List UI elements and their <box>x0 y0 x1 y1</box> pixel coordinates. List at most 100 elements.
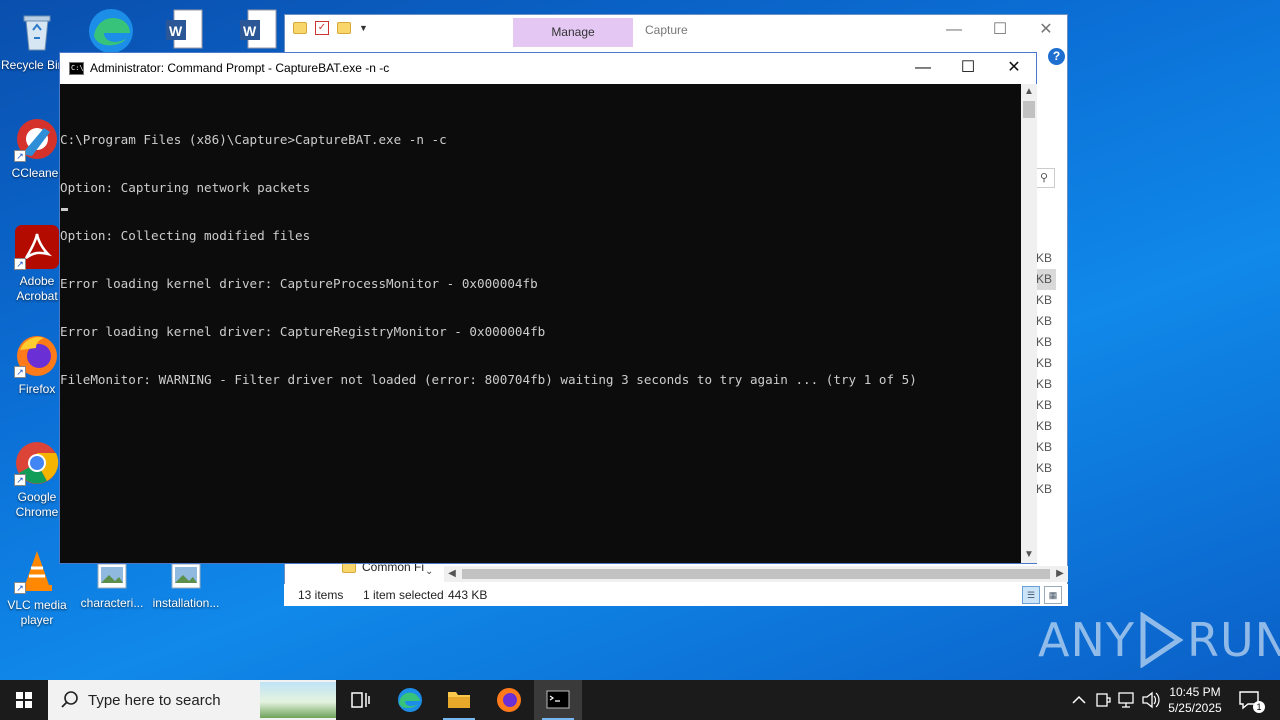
large-icons-view-button[interactable]: ▦ <box>1044 586 1062 604</box>
size-cell: KB <box>1036 293 1053 307</box>
cmd-minimize-button[interactable]: — <box>900 53 946 84</box>
desktop-icon-label: VLC media player <box>7 598 67 627</box>
network-icon <box>1118 692 1134 708</box>
console-line: Option: Capturing network packets <box>60 180 311 195</box>
cmd-maximize-button[interactable]: ☐ <box>945 53 991 84</box>
folder-icon[interactable] <box>293 22 307 34</box>
notification-count-badge: 1 <box>1253 701 1265 713</box>
watermark-text-right: RUN <box>1186 613 1280 667</box>
explorer-title: Capture <box>645 23 688 37</box>
taskbar: Type here to search 10:45 PM 5/25/2025 1 <box>0 680 1280 720</box>
cmd-titlebar[interactable]: C:\ Administrator: Command Prompt - Capt… <box>60 53 1036 84</box>
scroll-thumb[interactable] <box>462 569 1050 579</box>
clock-time: 10:45 PM <box>1169 685 1221 699</box>
chevron-down-icon[interactable]: ▼ <box>359 23 368 33</box>
shortcut-arrow-icon: ↗ <box>14 258 26 270</box>
console-line: Option: Collecting modified files <box>60 228 311 243</box>
size-cell: KB <box>1036 269 1056 290</box>
action-center-button[interactable]: 1 <box>1236 680 1266 720</box>
show-hidden-icons-button[interactable] <box>1068 680 1090 720</box>
device-icon <box>1096 693 1111 707</box>
shortcut-arrow-icon: ↗ <box>14 474 26 486</box>
console-line: FileMonitor: WARNING - Filter driver not… <box>60 372 917 387</box>
desktop-icon-label: Recycle Bin <box>1 58 61 72</box>
explorer-minimize-button[interactable]: — <box>931 19 977 43</box>
cmd-icon <box>546 690 570 709</box>
chevron-down-icon[interactable]: ⌄ <box>425 566 433 577</box>
desktop-icon-characteristics-file[interactable]: characteri... <box>76 560 148 611</box>
desktop-icon-label: characteri... <box>80 596 144 610</box>
notification-icon <box>1239 691 1259 710</box>
chevron-up-icon <box>1072 695 1086 704</box>
console-line: Error loading kernel driver: CaptureRegi… <box>60 324 546 339</box>
taskbar-clock[interactable]: 10:45 PM 5/25/2025 <box>1160 684 1230 716</box>
desktop-icon-label: installation... <box>152 596 220 610</box>
scroll-up-icon[interactable]: ▲ <box>1021 84 1037 100</box>
search-icon <box>61 691 78 708</box>
word-document-icon: W <box>240 9 277 49</box>
explorer-titlebar[interactable]: ✓ ▼ Manage Capture — ☐ ✕ <box>285 15 1067 47</box>
ribbon-tab-manage[interactable]: Manage <box>513 18 633 47</box>
watermark-text-left: ANY <box>1038 613 1135 667</box>
explorer-maximize-button[interactable]: ☐ <box>977 19 1023 43</box>
vlc-icon: ↗ <box>14 548 60 594</box>
status-selection-size: 443 KB <box>448 588 488 602</box>
anyrun-watermark: ANY RUN <box>1038 612 1280 668</box>
tray-network[interactable] <box>1116 680 1138 720</box>
help-icon[interactable]: ? <box>1048 48 1065 65</box>
taskbar-command-prompt[interactable] <box>534 680 582 720</box>
console-cursor <box>61 208 68 211</box>
scroll-thumb[interactable] <box>1023 101 1035 118</box>
task-view-icon <box>351 692 370 708</box>
explorer-close-button[interactable]: ✕ <box>1023 19 1069 43</box>
folder-icon <box>448 692 470 708</box>
details-view-button[interactable]: ☰ <box>1022 586 1040 604</box>
cmd-close-button[interactable]: ✕ <box>991 53 1037 84</box>
firefox-icon: ↗ <box>14 332 60 378</box>
search-placeholder: Type here to search <box>88 692 221 709</box>
properties-icon[interactable]: ✓ <box>315 21 329 35</box>
scroll-down-icon[interactable]: ▼ <box>1021 547 1037 563</box>
vertical-scrollbar[interactable]: ▲ ▼ <box>1021 84 1037 563</box>
desktop-icon-word-doc-1[interactable]: W <box>164 8 206 52</box>
shortcut-arrow-icon: ↗ <box>14 150 26 162</box>
taskbar-edge[interactable] <box>386 680 434 720</box>
shortcut-arrow-icon: ↗ <box>14 366 26 378</box>
svg-text:W: W <box>243 23 257 39</box>
size-column: KB KB KB KB KB KB KB KB KB KB KB KB <box>1036 248 1056 500</box>
size-cell: KB <box>1036 314 1053 328</box>
search-highlight-art <box>260 682 336 718</box>
console-line: C:\Program Files (x86)\Capture>CaptureBA… <box>60 132 447 147</box>
taskbar-search-box[interactable]: Type here to search <box>48 680 336 720</box>
size-cell: KB <box>1036 440 1053 454</box>
task-view-button[interactable] <box>336 680 384 720</box>
start-button[interactable] <box>0 680 48 720</box>
tray-network-adapter[interactable] <box>1092 680 1114 720</box>
taskbar-firefox[interactable] <box>485 680 533 720</box>
command-prompt-window[interactable]: C:\ Administrator: Command Prompt - Capt… <box>59 52 1037 564</box>
console-output[interactable]: C:\Program Files (x86)\Capture>CaptureBA… <box>60 100 1022 420</box>
taskbar-file-explorer[interactable] <box>435 680 483 720</box>
size-cell: KB <box>1036 251 1053 265</box>
scroll-left-icon[interactable]: ◀ <box>444 566 460 582</box>
word-document-icon: W <box>166 9 203 49</box>
desktop-icon-installation-file[interactable]: installation... <box>150 560 222 611</box>
firefox-icon <box>497 688 521 712</box>
size-cell: KB <box>1036 356 1053 370</box>
cmd-window-title: Administrator: Command Prompt - CaptureB… <box>90 61 390 75</box>
size-cell: KB <box>1036 398 1053 412</box>
horizontal-scrollbar[interactable]: ◀ ▶ <box>444 566 1068 582</box>
desktop-icon-word-doc-2[interactable]: W <box>238 8 280 52</box>
status-item-count: 13 items <box>298 588 344 602</box>
ccleaner-icon: ↗ <box>14 116 60 162</box>
windows-logo-icon <box>16 692 32 708</box>
clock-date: 5/25/2025 <box>1168 701 1222 715</box>
image-file-icon <box>96 560 128 592</box>
tray-volume[interactable] <box>1140 680 1162 720</box>
new-folder-icon[interactable] <box>337 22 351 34</box>
desktop-icon-edge-partial[interactable] <box>86 6 136 53</box>
quick-access-toolbar: ✓ ▼ <box>293 21 368 35</box>
cmd-icon: C:\ <box>69 62 84 75</box>
size-cell: KB <box>1036 461 1053 475</box>
scroll-right-icon[interactable]: ▶ <box>1052 566 1068 582</box>
